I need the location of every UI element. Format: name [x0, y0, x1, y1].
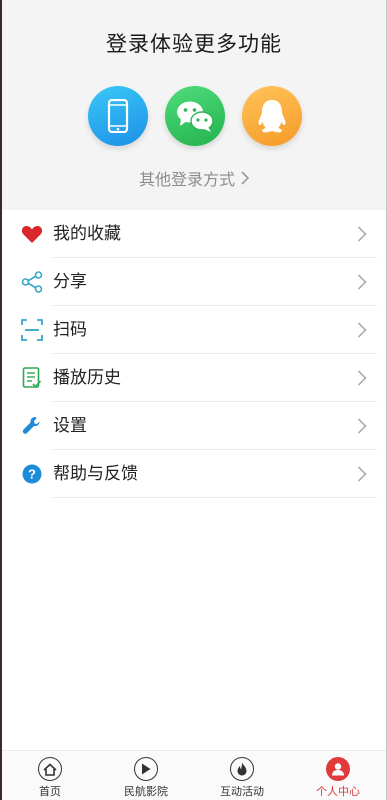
scan-icon: [21, 319, 43, 341]
chevron-right-icon: [357, 322, 367, 338]
menu-item-play-history[interactable]: 播放历史: [0, 354, 387, 402]
svg-text:?: ?: [28, 467, 36, 482]
person-icon: [326, 757, 350, 781]
chevron-right-icon: [357, 226, 367, 242]
tab-label: 互动活动: [220, 786, 264, 798]
chevron-right-icon: [357, 466, 367, 482]
login-panel: 登录体验更多功能 其他登录方式: [2, 0, 386, 210]
qq-icon: [258, 100, 286, 133]
menu-item-label: 帮助与反馈: [53, 464, 138, 483]
chevron-right-icon: [357, 418, 367, 434]
tab-label: 首页: [39, 786, 61, 798]
heart-icon: [21, 223, 43, 245]
menu-item-label: 播放历史: [53, 368, 121, 387]
menu-item-label: 我的收藏: [53, 224, 121, 243]
phone-login-button[interactable]: [88, 86, 148, 146]
chevron-right-icon: [357, 370, 367, 386]
menu-item-scan[interactable]: 扫码: [0, 306, 387, 354]
chevron-right-icon: [357, 274, 367, 290]
history-icon: [21, 367, 43, 389]
tab-activities[interactable]: 互动活动: [194, 751, 290, 800]
menu-item-settings[interactable]: 设置: [0, 402, 387, 450]
settings-icon: [21, 415, 43, 437]
menu-item-favorites[interactable]: 我的收藏: [0, 210, 387, 258]
tab-home[interactable]: 首页: [2, 751, 98, 800]
help-icon: ?: [21, 463, 43, 485]
divider: [53, 497, 377, 498]
phone-icon: [107, 99, 129, 133]
menu-item-share[interactable]: 分享: [0, 258, 387, 306]
menu-item-label: 设置: [53, 416, 87, 435]
tab-profile[interactable]: 个人中心: [290, 751, 386, 800]
other-login-link[interactable]: 其他登录方式: [2, 166, 386, 190]
play-icon: [134, 757, 158, 781]
wechat-login-button[interactable]: [165, 86, 225, 146]
wechat-icon: [177, 101, 214, 132]
login-title: 登录体验更多功能: [106, 33, 282, 56]
tab-label: 个人中心: [316, 786, 360, 798]
home-icon: [38, 757, 62, 781]
login-options: [2, 86, 386, 148]
tab-label: 民航影院: [124, 786, 168, 798]
profile-menu: 我的收藏 分享 扫码 播放历史 设置 ? 帮助与反馈: [0, 210, 387, 498]
fire-icon: [230, 757, 254, 781]
share-icon: [21, 271, 43, 293]
menu-item-label: 分享: [53, 272, 87, 291]
menu-item-label: 扫码: [53, 320, 87, 339]
menu-item-help-feedback[interactable]: ? 帮助与反馈: [0, 450, 387, 498]
qq-login-button[interactable]: [242, 86, 302, 146]
bottom-tab-bar: 首页 民航影院 互动活动 个人中心: [2, 750, 386, 800]
other-login-label: 其他登录方式: [138, 172, 235, 189]
chevron-right-icon: [241, 171, 249, 185]
tab-cinema[interactable]: 民航影院: [98, 751, 194, 800]
